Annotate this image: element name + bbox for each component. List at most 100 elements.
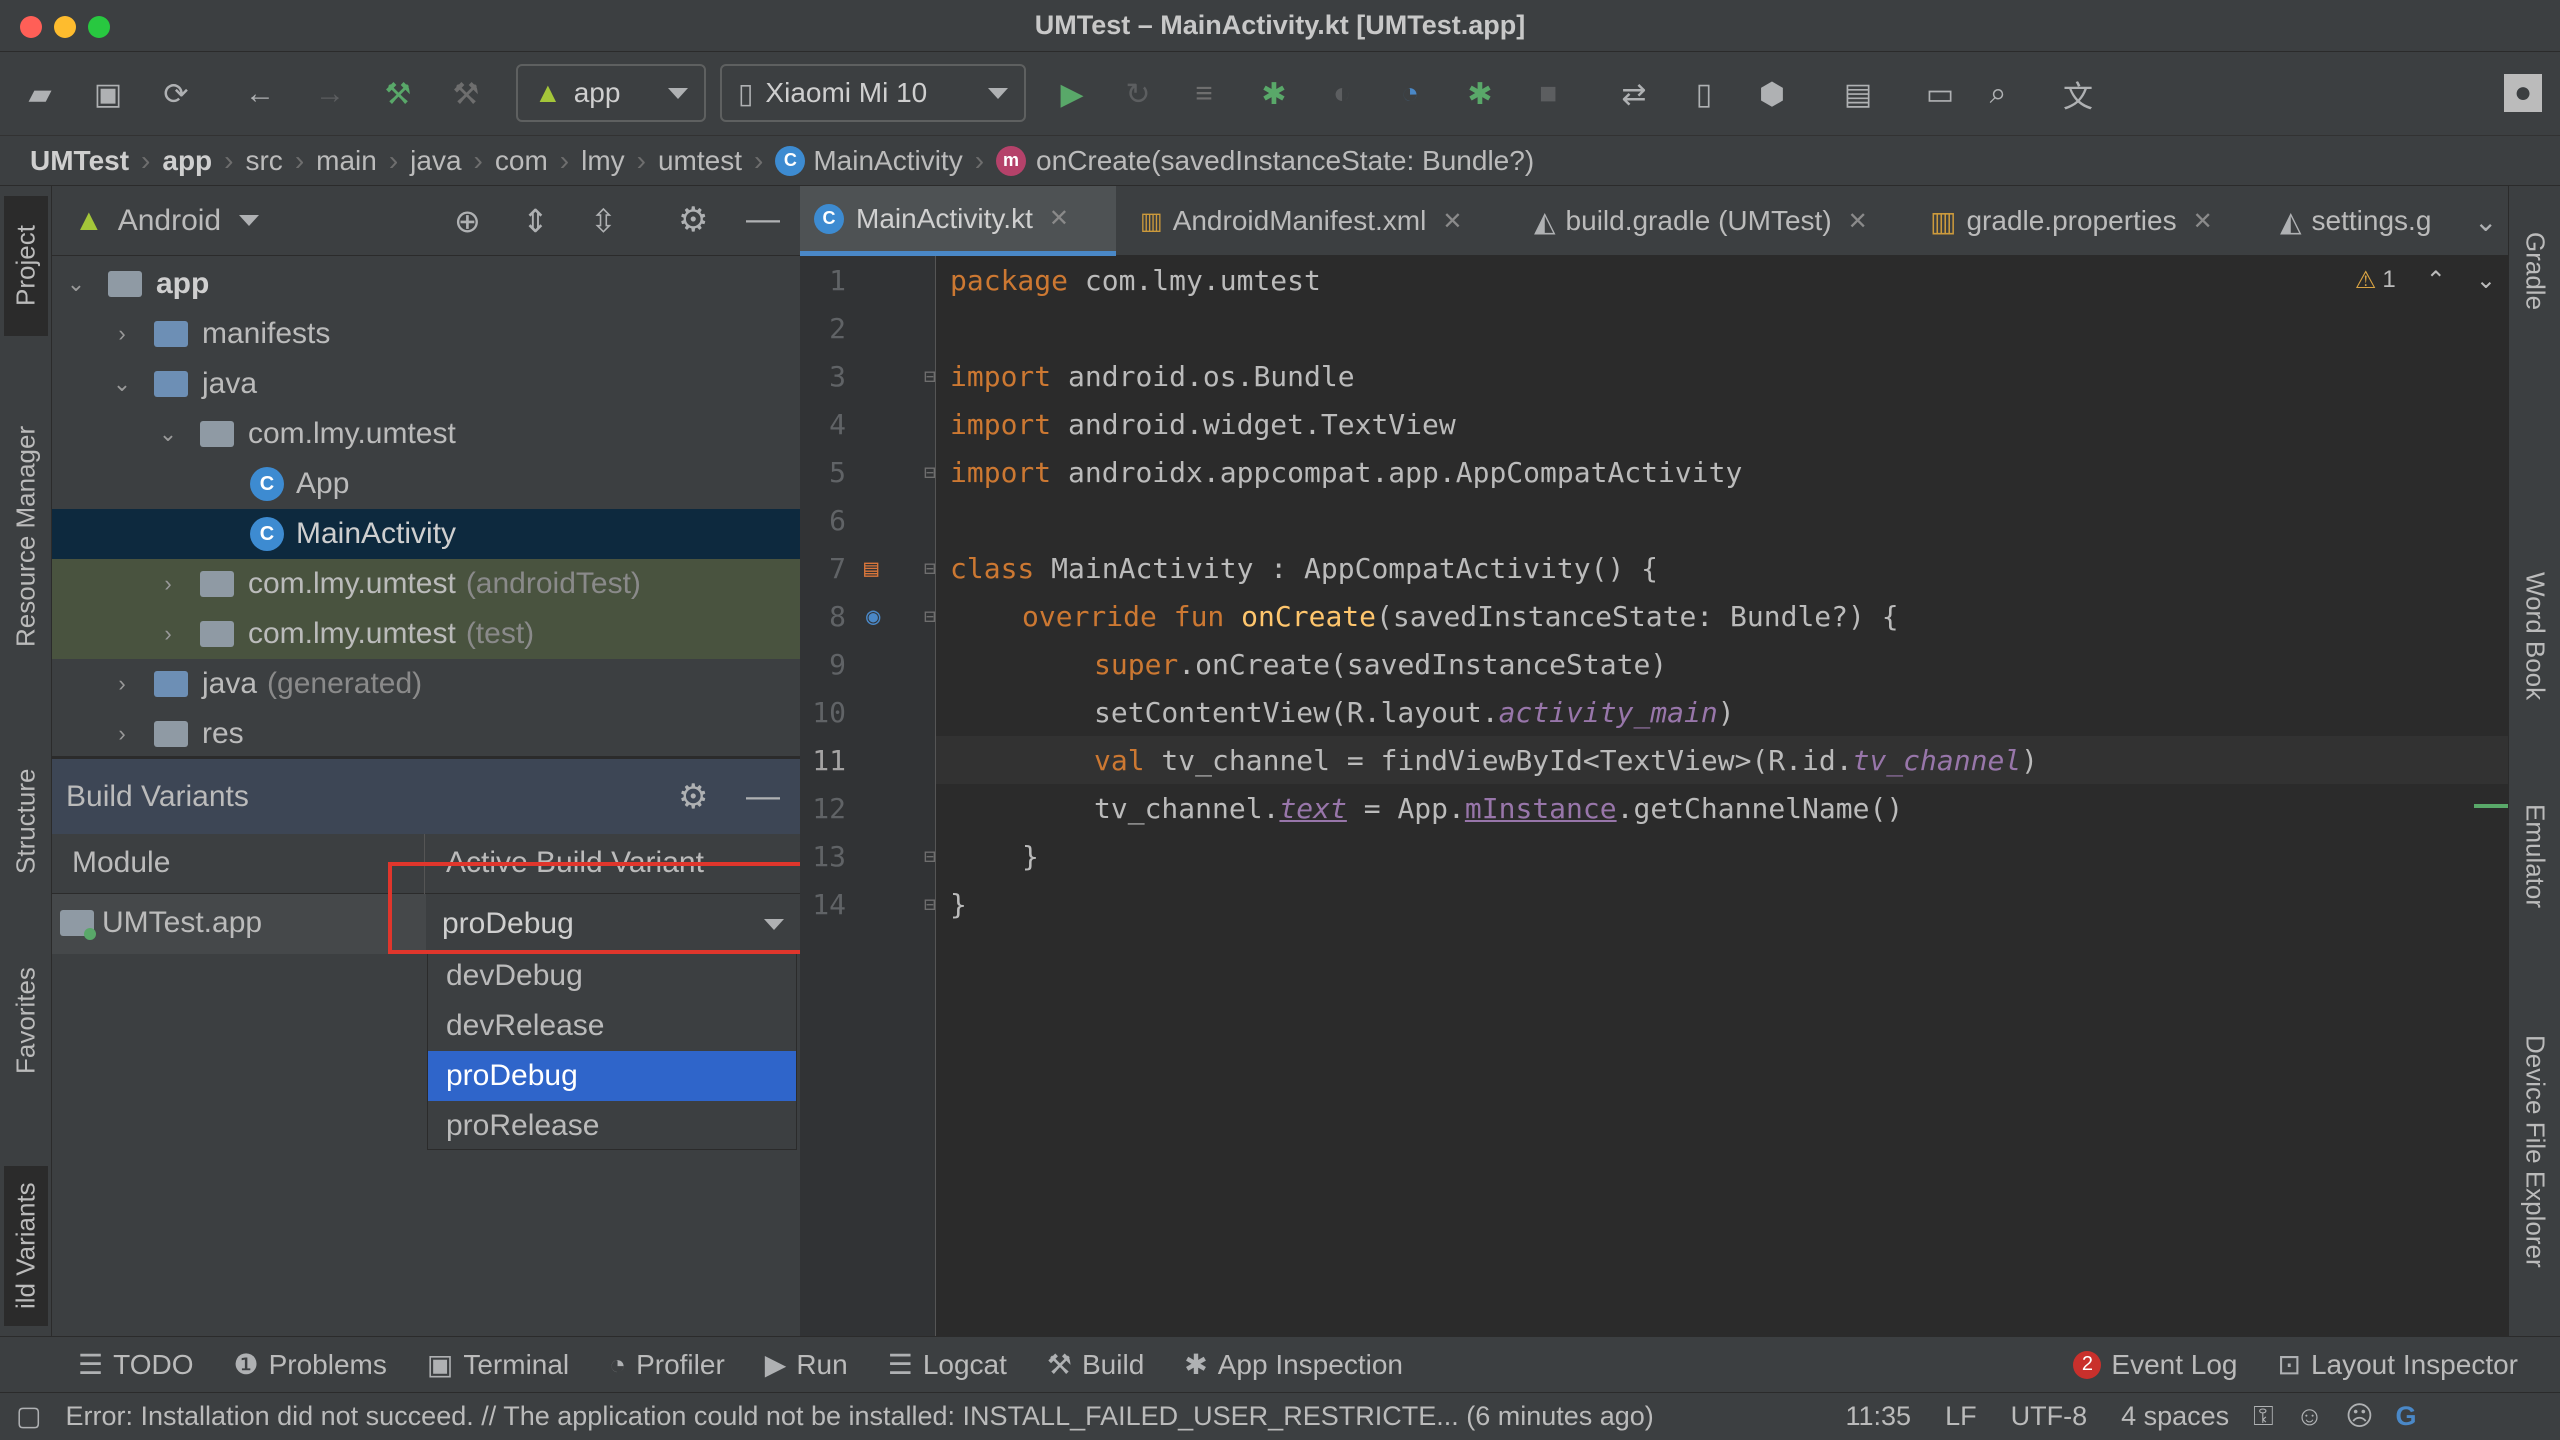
breadcrumb-item[interactable]: umtest bbox=[658, 145, 742, 177]
search-icon[interactable]: ⌕ bbox=[1978, 74, 2018, 114]
chevron-right-icon[interactable]: › bbox=[112, 321, 132, 347]
back-arrow-icon[interactable]: ← bbox=[240, 74, 280, 114]
tabs-overflow-button[interactable]: ⌄ bbox=[2460, 186, 2504, 256]
variant-option-selected[interactable]: proDebug bbox=[428, 1051, 796, 1101]
expand-all-icon[interactable]: ⇕ bbox=[522, 202, 549, 240]
tree-item-res[interactable]: › res bbox=[52, 709, 800, 759]
close-icon[interactable]: ✕ bbox=[1442, 207, 1462, 236]
tool-layout-inspector[interactable]: ⊡ Layout Inspector bbox=[2278, 1348, 2519, 1381]
code-editor[interactable]: ⚠ 1 ⌃ ⌄ 1 package com.lmy.umtest 2 3 ⊟ impo… bbox=[800, 256, 2508, 1336]
tool-tab-resource-manager[interactable]: Resource Manager bbox=[4, 396, 48, 676]
tab-androidmanifest[interactable]: ▥ AndroidManifest.xml ✕ bbox=[1126, 186, 1516, 256]
forward-arrow-icon[interactable]: → bbox=[310, 74, 350, 114]
tool-tab-device-file-explorer[interactable]: Device File Explorer bbox=[2513, 996, 2557, 1306]
variant-option[interactable]: devRelease bbox=[428, 1001, 796, 1051]
tree-item-package[interactable]: ⌄ com.lmy.umtest bbox=[52, 409, 800, 459]
hide-panel-icon[interactable]: — bbox=[746, 777, 780, 816]
breadcrumb-item[interactable]: com bbox=[495, 145, 548, 177]
gear-icon[interactable]: ⚙ bbox=[678, 777, 708, 817]
toggle-tool-windows-icon[interactable]: ▢ bbox=[16, 1401, 42, 1432]
tool-logcat[interactable]: ☰ Logcat bbox=[888, 1348, 1007, 1381]
breadcrumb-item[interactable]: UMTest bbox=[30, 145, 129, 177]
tree-item-test[interactable]: › com.lmy.umtest (test) bbox=[52, 609, 800, 659]
presentation-icon[interactable]: ▭ bbox=[1920, 74, 1960, 114]
line-separator[interactable]: LF bbox=[1945, 1401, 1977, 1432]
tool-tab-word-book[interactable]: Word Book bbox=[2513, 536, 2557, 736]
chevron-down-icon[interactable]: ⌄ bbox=[158, 421, 178, 447]
tool-tab-build-variants[interactable]: ild Variants bbox=[4, 1166, 48, 1326]
run-config-select[interactable]: ▲ app bbox=[516, 64, 706, 122]
breadcrumb-item[interactable]: java bbox=[410, 145, 461, 177]
coverage-icon[interactable]: ◐ bbox=[1322, 74, 1362, 114]
fold-icon[interactable]: ⊟ bbox=[924, 844, 936, 868]
device-select[interactable]: ▯ Xiaomi Mi 10 bbox=[720, 64, 1026, 122]
close-icon[interactable]: ✕ bbox=[1848, 207, 1868, 236]
avd-manager-icon[interactable]: ▯ bbox=[1684, 74, 1724, 114]
variant-option[interactable]: proRelease bbox=[428, 1101, 796, 1151]
tab-gradle-properties[interactable]: ▥ gradle.properties ✕ bbox=[1916, 186, 2262, 256]
variant-option[interactable]: devDebug bbox=[428, 951, 796, 1001]
fold-icon[interactable]: ⊟ bbox=[924, 556, 936, 580]
tree-item-java[interactable]: ⌄ java bbox=[52, 359, 800, 409]
chevron-up-icon[interactable]: ⌃ bbox=[2426, 266, 2446, 295]
sync-icon[interactable]: ⟳ bbox=[156, 74, 196, 114]
layout-link-icon[interactable]: ▤ bbox=[864, 554, 878, 582]
tab-mainactivity[interactable]: C MainActivity.kt ✕ bbox=[800, 186, 1116, 256]
status-message[interactable]: Error: Installation did not succeed. // … bbox=[66, 1401, 1806, 1432]
tool-todo[interactable]: ☰ TODO bbox=[78, 1348, 194, 1381]
sdk-manager-icon[interactable]: ⬢ bbox=[1752, 74, 1792, 114]
tool-tab-favorites[interactable]: Favorites bbox=[4, 946, 48, 1096]
apply-code-changes-icon[interactable]: ≡ bbox=[1184, 74, 1224, 114]
tool-terminal[interactable]: ▣ Terminal bbox=[427, 1348, 569, 1381]
tree-item-manifests[interactable]: › manifests bbox=[52, 309, 800, 359]
build-hammer-icon[interactable]: ⚒ bbox=[378, 74, 418, 114]
tree-item-mainactivity[interactable]: C MainActivity bbox=[52, 509, 800, 559]
attach-debugger-icon[interactable]: ✱ bbox=[1460, 74, 1500, 114]
breadcrumb-item[interactable]: main bbox=[316, 145, 377, 177]
smile-icon[interactable]: ☺ bbox=[2296, 1401, 2324, 1432]
fold-icon[interactable]: ⊟ bbox=[924, 604, 936, 628]
profile-icon[interactable]: ◔ bbox=[1390, 74, 1430, 114]
tab-settings-gradle[interactable]: ◭ settings.g bbox=[2266, 186, 2452, 256]
save-icon[interactable]: ▣ bbox=[88, 74, 128, 114]
close-icon[interactable]: ✕ bbox=[2193, 207, 2213, 236]
chevron-down-icon[interactable]: ⌄ bbox=[66, 271, 86, 297]
collapse-all-icon[interactable]: ⇳ bbox=[590, 202, 617, 240]
chevron-right-icon[interactable]: › bbox=[112, 671, 132, 697]
open-folder-icon[interactable]: ▰ bbox=[20, 74, 60, 114]
tool-build[interactable]: ⚒ Build bbox=[1047, 1348, 1144, 1381]
tool-event-log[interactable]: 2 Event Log bbox=[2073, 1349, 2238, 1381]
gear-icon[interactable]: ⚙ bbox=[678, 200, 708, 240]
debug-icon[interactable]: ✱ bbox=[1254, 74, 1294, 114]
project-structure-icon[interactable]: ▤ bbox=[1838, 74, 1878, 114]
tool-tab-project[interactable]: Project bbox=[4, 196, 48, 336]
tool-tab-emulator[interactable]: Emulator bbox=[2513, 776, 2557, 936]
tree-item-app[interactable]: ⌄ app bbox=[52, 259, 800, 309]
tool-app-inspection[interactable]: ✱ App Inspection bbox=[1184, 1348, 1403, 1381]
lock-icon[interactable]: ⚿ bbox=[2253, 1401, 2274, 1433]
locate-icon[interactable]: ⊕ bbox=[454, 202, 481, 240]
tool-tab-gradle[interactable]: Gradle bbox=[2513, 206, 2557, 336]
chevron-right-icon[interactable]: › bbox=[158, 571, 178, 597]
breadcrumb-item[interactable]: src bbox=[245, 145, 282, 177]
translate-icon[interactable]: 文 bbox=[2058, 74, 2098, 114]
account-icon[interactable]: ● bbox=[2504, 74, 2542, 112]
google-icon[interactable]: G bbox=[2395, 1401, 2416, 1432]
indent-setting[interactable]: 4 spaces bbox=[2121, 1401, 2229, 1432]
tool-tab-structure[interactable]: Structure bbox=[4, 746, 48, 896]
breadcrumb-item[interactable]: onCreate(savedInstanceState: Bundle?) bbox=[1036, 145, 1534, 177]
chevron-right-icon[interactable]: › bbox=[158, 621, 178, 647]
frown-icon[interactable]: ☹ bbox=[2345, 1401, 2373, 1432]
tab-build-gradle[interactable]: ◭ build.gradle (UMTest) ✕ bbox=[1520, 186, 1912, 256]
chevron-down-icon[interactable]: ⌄ bbox=[2476, 266, 2496, 295]
hide-panel-icon[interactable]: — bbox=[746, 200, 780, 239]
fold-icon[interactable]: ⊟ bbox=[924, 364, 936, 388]
fold-icon[interactable]: ⊟ bbox=[924, 460, 936, 484]
close-icon[interactable]: ✕ bbox=[1049, 204, 1069, 233]
caret-position[interactable]: 11:35 bbox=[1846, 1401, 1912, 1432]
tree-item-app-class[interactable]: C App bbox=[52, 459, 800, 509]
fold-icon[interactable]: ⊟ bbox=[924, 892, 936, 916]
tool-problems[interactable]: ❶ Problems bbox=[234, 1348, 387, 1381]
make-module-icon[interactable]: ⚒ bbox=[446, 74, 486, 114]
stop-icon[interactable]: ■ bbox=[1528, 74, 1568, 114]
